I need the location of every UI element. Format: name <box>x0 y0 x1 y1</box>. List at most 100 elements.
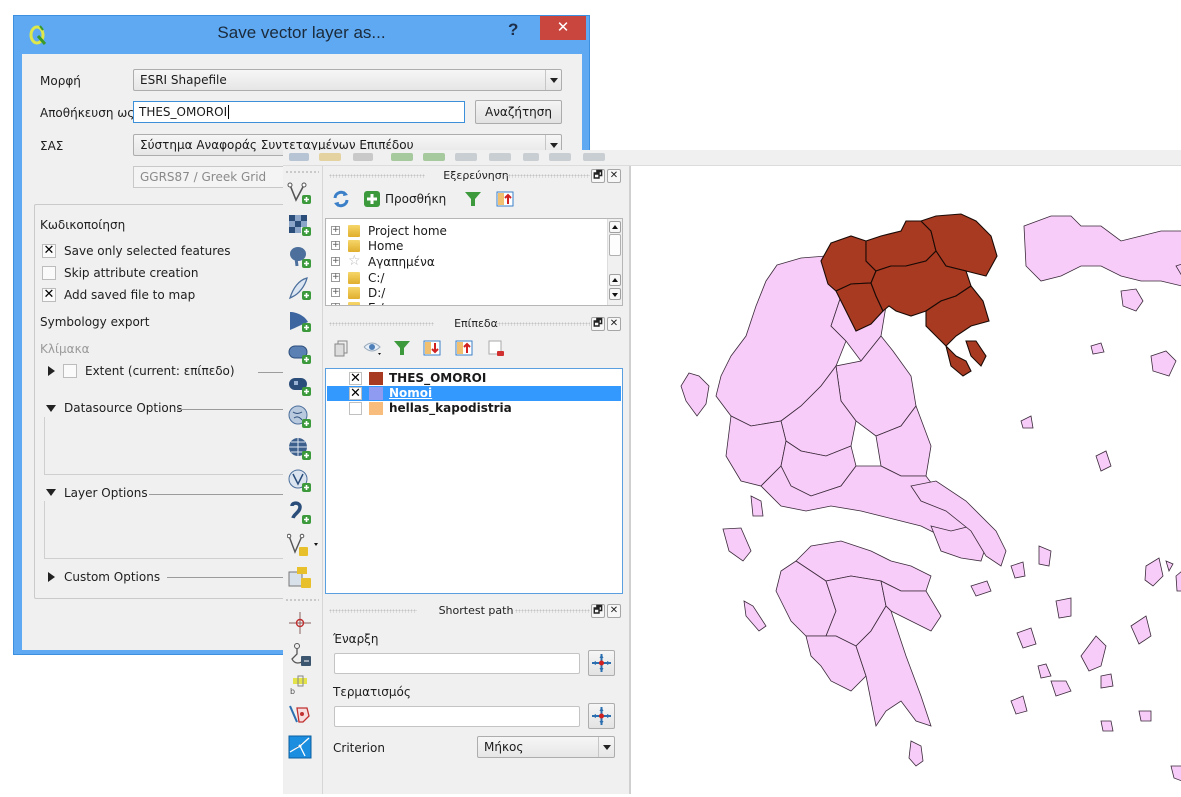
browser-panel-titlebar[interactable]: Εξερεύνηση 🗗 ✕ <box>325 168 627 184</box>
road-graph-icon[interactable] <box>287 734 313 760</box>
tree-item[interactable]: + Home <box>326 238 622 254</box>
toolbar-icon[interactable] <box>489 153 511 161</box>
scroll-up-button[interactable] <box>609 274 621 286</box>
float-panel-button[interactable]: 🗗 <box>591 604 605 618</box>
format-select[interactable]: ESRI Shapefile <box>133 69 562 91</box>
pick-start-point-button[interactable] <box>588 650 615 676</box>
expand-arrow-icon[interactable] <box>48 366 55 376</box>
toolbar-icon[interactable] <box>319 153 341 161</box>
close-panel-button[interactable]: ✕ <box>607 169 621 183</box>
add-postgis-layer-icon[interactable] <box>287 244 313 270</box>
coordinate-capture-icon[interactable] <box>287 610 313 636</box>
map-region <box>1144 557 1164 587</box>
expand-icon[interactable]: + <box>331 303 340 305</box>
add-to-map-checkbox[interactable]: ✕ <box>42 288 56 302</box>
layers-panel-titlebar[interactable]: Επίπεδα 🗗 ✕ <box>325 316 627 332</box>
add-button-label[interactable]: Προσθήκη <box>385 192 446 206</box>
tree-item[interactable]: + ☆ Αγαπημένα <box>326 254 622 270</box>
add-db2-layer-icon[interactable] <box>287 372 313 398</box>
add-wms-layer-icon[interactable] <box>287 404 313 430</box>
toolbar-icon[interactable] <box>423 153 445 161</box>
add-oracle-layer-icon[interactable] <box>287 340 313 366</box>
layer-visibility-checkbox[interactable]: ✕ <box>349 387 362 400</box>
browse-button[interactable]: Αναζήτηση <box>475 100 562 124</box>
layer-visibility-checkbox[interactable]: ✕ <box>349 372 362 385</box>
add-wcs-layer-icon[interactable] <box>287 436 313 462</box>
expand-icon[interactable]: + <box>331 241 340 250</box>
expand-all-icon[interactable] <box>423 339 441 357</box>
close-panel-button[interactable]: ✕ <box>607 604 621 618</box>
end-point-input[interactable] <box>334 706 580 727</box>
save-selected-checkbox[interactable]: ✕ <box>42 244 56 258</box>
collapse-all-icon[interactable] <box>455 339 473 357</box>
extent-checkbox[interactable] <box>63 364 77 378</box>
layer-item-thes-omoroi[interactable]: ✕ THES_OMOROI <box>327 371 621 386</box>
close-button[interactable]: ✕ <box>540 16 586 40</box>
float-panel-button[interactable]: 🗗 <box>591 317 605 331</box>
add-raster-layer-icon[interactable] <box>287 212 313 238</box>
dialog-titlebar[interactable]: Save vector layer as... ? ✕ <box>14 16 589 54</box>
criterion-select[interactable]: Μήκος <box>477 736 615 758</box>
float-panel-button[interactable]: 🗗 <box>591 169 605 183</box>
topology-checker-icon[interactable] <box>287 702 313 728</box>
layer-item-hellas-kapodistria[interactable]: hellas_kapodistria <box>327 401 621 416</box>
datasource-options-label[interactable]: Datasource Options <box>64 401 183 415</box>
start-point-input[interactable] <box>334 653 580 674</box>
add-group-icon[interactable] <box>333 339 351 357</box>
toolbar-icon[interactable] <box>455 153 477 161</box>
tree-item[interactable]: + D:/ <box>326 285 622 301</box>
remove-layer-icon[interactable] <box>487 339 505 357</box>
field-calculator-icon[interactable]: b <box>287 672 313 698</box>
map-canvas[interactable] <box>630 166 1181 794</box>
collapse-arrow-icon[interactable] <box>46 489 56 496</box>
tree-item[interactable]: + C:/ <box>326 270 622 286</box>
browser-tree: + Project home + Home + ☆ Αγαπημένα + C:… <box>325 218 623 306</box>
tree-item[interactable]: + E:/ <box>326 300 622 305</box>
add-spatialite-layer-icon[interactable] <box>287 276 313 302</box>
layer-visibility-checkbox[interactable] <box>349 402 362 415</box>
expand-icon[interactable]: + <box>331 288 340 297</box>
toolbar-icon[interactable] <box>523 153 539 161</box>
tree-item[interactable]: + Project home <box>326 223 622 239</box>
refresh-icon[interactable] <box>331 189 351 209</box>
expand-icon[interactable]: + <box>331 273 340 282</box>
toolbar-icon[interactable] <box>583 153 605 161</box>
filter-legend-icon[interactable] <box>393 339 411 357</box>
shortest-path-panel-titlebar[interactable]: Shortest path 🗗 ✕ <box>325 603 627 619</box>
expand-icon[interactable]: + <box>331 226 340 235</box>
custom-options-label[interactable]: Custom Options <box>64 570 160 584</box>
collapse-all-icon[interactable] <box>496 190 514 208</box>
toolbar-icon[interactable] <box>289 153 309 161</box>
new-shapefile-layer-icon[interactable] <box>287 532 323 558</box>
toolbar-icon[interactable] <box>549 153 571 161</box>
expand-icon[interactable]: + <box>331 257 340 266</box>
expand-arrow-icon[interactable] <box>48 572 55 582</box>
close-panel-button[interactable]: ✕ <box>607 317 621 331</box>
scroll-down-button[interactable] <box>609 288 621 300</box>
toolbar-grip[interactable] <box>285 170 319 174</box>
add-icon[interactable] <box>363 190 381 208</box>
scroll-up-button[interactable] <box>609 221 621 233</box>
pick-end-point-button[interactable] <box>588 703 615 729</box>
manage-visibility-icon[interactable] <box>363 339 385 357</box>
layer-item-nomoi[interactable]: ✕ Nomoi <box>327 386 621 401</box>
add-delimited-text-layer-icon[interactable] <box>287 500 313 526</box>
collapse-arrow-icon[interactable] <box>46 405 56 412</box>
toolbar-icon[interactable] <box>391 153 413 161</box>
skip-attribute-checkbox[interactable] <box>42 266 56 280</box>
help-button[interactable]: ? <box>508 20 518 40</box>
new-spatialite-layer-icon[interactable] <box>287 564 313 590</box>
browser-scrollbar[interactable] <box>607 219 622 305</box>
georeferencer-icon[interactable] <box>287 642 313 668</box>
add-vector-layer-icon[interactable] <box>287 180 313 206</box>
toolbar-icon[interactable] <box>353 153 373 161</box>
add-wfs-layer-icon[interactable] <box>287 468 313 494</box>
add-mssql-layer-icon[interactable] <box>287 308 313 334</box>
shortest-path-panel-title: Shortest path <box>434 604 518 617</box>
filter-icon[interactable] <box>464 190 482 208</box>
scroll-thumb[interactable] <box>609 234 621 256</box>
save-as-input[interactable]: THES_OMOROI <box>133 101 465 123</box>
layer-options-label[interactable]: Layer Options <box>64 486 148 500</box>
toolbar-grip[interactable] <box>285 598 319 602</box>
qgis-main-window: b Εξερεύνηση 🗗 ✕ Προσθήκη + Project home… <box>283 150 1181 794</box>
